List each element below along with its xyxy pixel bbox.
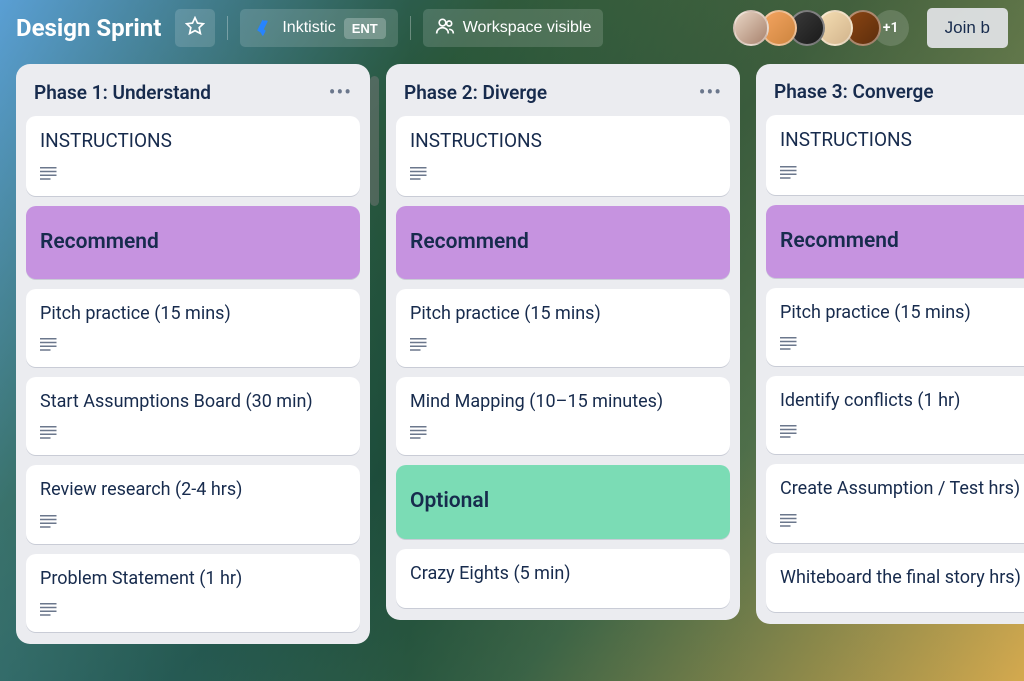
description-icon [780, 164, 798, 183]
description-icon [410, 165, 428, 184]
card[interactable]: Identify conflicts (1 hr) [766, 376, 1024, 454]
card-title: Recommend [410, 228, 716, 257]
visibility-label: Workspace visible [463, 19, 592, 37]
divider [410, 16, 411, 40]
card[interactable]: Whiteboard the final story hrs) [766, 553, 1024, 612]
list-header: Phase 3: Converge [766, 76, 1024, 105]
join-board-button[interactable]: Join b [927, 8, 1008, 48]
description-icon [40, 601, 58, 620]
card-title: Recommend [40, 228, 346, 257]
list-menu-button[interactable]: ••• [699, 80, 722, 104]
people-icon [435, 16, 455, 41]
description-icon [40, 424, 58, 443]
card-title: Pitch practice (15 mins) [40, 301, 346, 326]
card[interactable]: Pitch practice (15 mins) [396, 289, 730, 367]
workspace-button[interactable]: Inktistic ENT [240, 9, 397, 47]
star-button[interactable] [175, 9, 215, 47]
board-header: Design Sprint Inktistic ENT Workspace vi… [0, 0, 1024, 56]
card[interactable]: Review research (2-4 hrs) [26, 465, 360, 543]
card-label[interactable]: Recommend [396, 206, 730, 279]
card[interactable]: Pitch practice (15 mins) [26, 289, 360, 367]
board-members: +1 [741, 10, 909, 46]
card-title: Pitch practice (15 mins) [410, 301, 716, 326]
card-title: Crazy Eights (5 min) [410, 561, 716, 586]
card[interactable]: Mind Mapping (10–15 minutes) [396, 377, 730, 455]
card[interactable]: INSTRUCTIONS [26, 116, 360, 196]
card[interactable]: INSTRUCTIONS [396, 116, 730, 196]
avatar[interactable] [733, 10, 769, 46]
card-title: Optional [410, 487, 716, 516]
list-menu-button[interactable]: ••• [329, 80, 352, 104]
card-title: Problem Statement (1 hr) [40, 566, 346, 591]
card[interactable]: Start Assumptions Board (30 min) [26, 377, 360, 455]
card[interactable]: Problem Statement (1 hr) [26, 554, 360, 632]
card-title: Identify conflicts (1 hr) [780, 388, 1024, 413]
list-header: Phase 1: Understand ••• [26, 76, 360, 106]
workspace-name: Inktistic [282, 19, 335, 37]
description-icon [780, 335, 798, 354]
card-title: Whiteboard the final story hrs) [780, 565, 1024, 590]
card-label[interactable]: Recommend [26, 206, 360, 279]
card[interactable]: Create Assumption / Test hrs) [766, 464, 1024, 542]
card[interactable]: INSTRUCTIONS [766, 115, 1024, 195]
board-title[interactable]: Design Sprint [16, 14, 161, 42]
list-scrollbar[interactable] [370, 76, 379, 206]
card-title: Start Assumptions Board (30 min) [40, 389, 346, 414]
card-title: INSTRUCTIONS [40, 128, 346, 155]
description-icon [40, 165, 58, 184]
visibility-button[interactable]: Workspace visible [423, 9, 604, 47]
card[interactable]: Pitch practice (15 mins) [766, 288, 1024, 366]
card-title: INSTRUCTIONS [410, 128, 716, 155]
description-icon [40, 336, 58, 355]
atlassian-logo-icon [252, 17, 274, 39]
card-title: Review research (2-4 hrs) [40, 477, 346, 502]
list-title[interactable]: Phase 3: Converge [774, 80, 934, 103]
card-title: INSTRUCTIONS [780, 127, 1024, 154]
star-icon [185, 16, 205, 41]
list-phase-1: Phase 1: Understand ••• INSTRUCTIONS Rec… [16, 64, 370, 644]
card-title: Recommend [780, 227, 1024, 256]
ellipsis-icon: ••• [329, 80, 352, 104]
ellipsis-icon: ••• [699, 80, 722, 104]
description-icon [780, 423, 798, 442]
description-icon [410, 336, 428, 355]
list-phase-3: Phase 3: Converge INSTRUCTIONS Recommend… [756, 64, 1024, 624]
card-label[interactable]: Optional [396, 465, 730, 538]
card-title: Mind Mapping (10–15 minutes) [410, 389, 716, 414]
card-label[interactable]: Recommend [766, 205, 1024, 278]
card-title: Create Assumption / Test hrs) [780, 476, 1024, 501]
workspace-badge: ENT [344, 18, 386, 39]
list-header: Phase 2: Diverge ••• [396, 76, 730, 106]
list-title[interactable]: Phase 1: Understand [34, 81, 211, 104]
card-title: Pitch practice (15 mins) [780, 300, 1024, 325]
board-canvas: Phase 1: Understand ••• INSTRUCTIONS Rec… [0, 56, 1024, 681]
divider [227, 16, 228, 40]
list-phase-2: Phase 2: Diverge ••• INSTRUCTIONS Recomm… [386, 64, 740, 620]
card[interactable]: Crazy Eights (5 min) [396, 549, 730, 608]
description-icon [410, 424, 428, 443]
description-icon [780, 512, 798, 531]
list-title[interactable]: Phase 2: Diverge [404, 81, 547, 104]
description-icon [40, 513, 58, 532]
